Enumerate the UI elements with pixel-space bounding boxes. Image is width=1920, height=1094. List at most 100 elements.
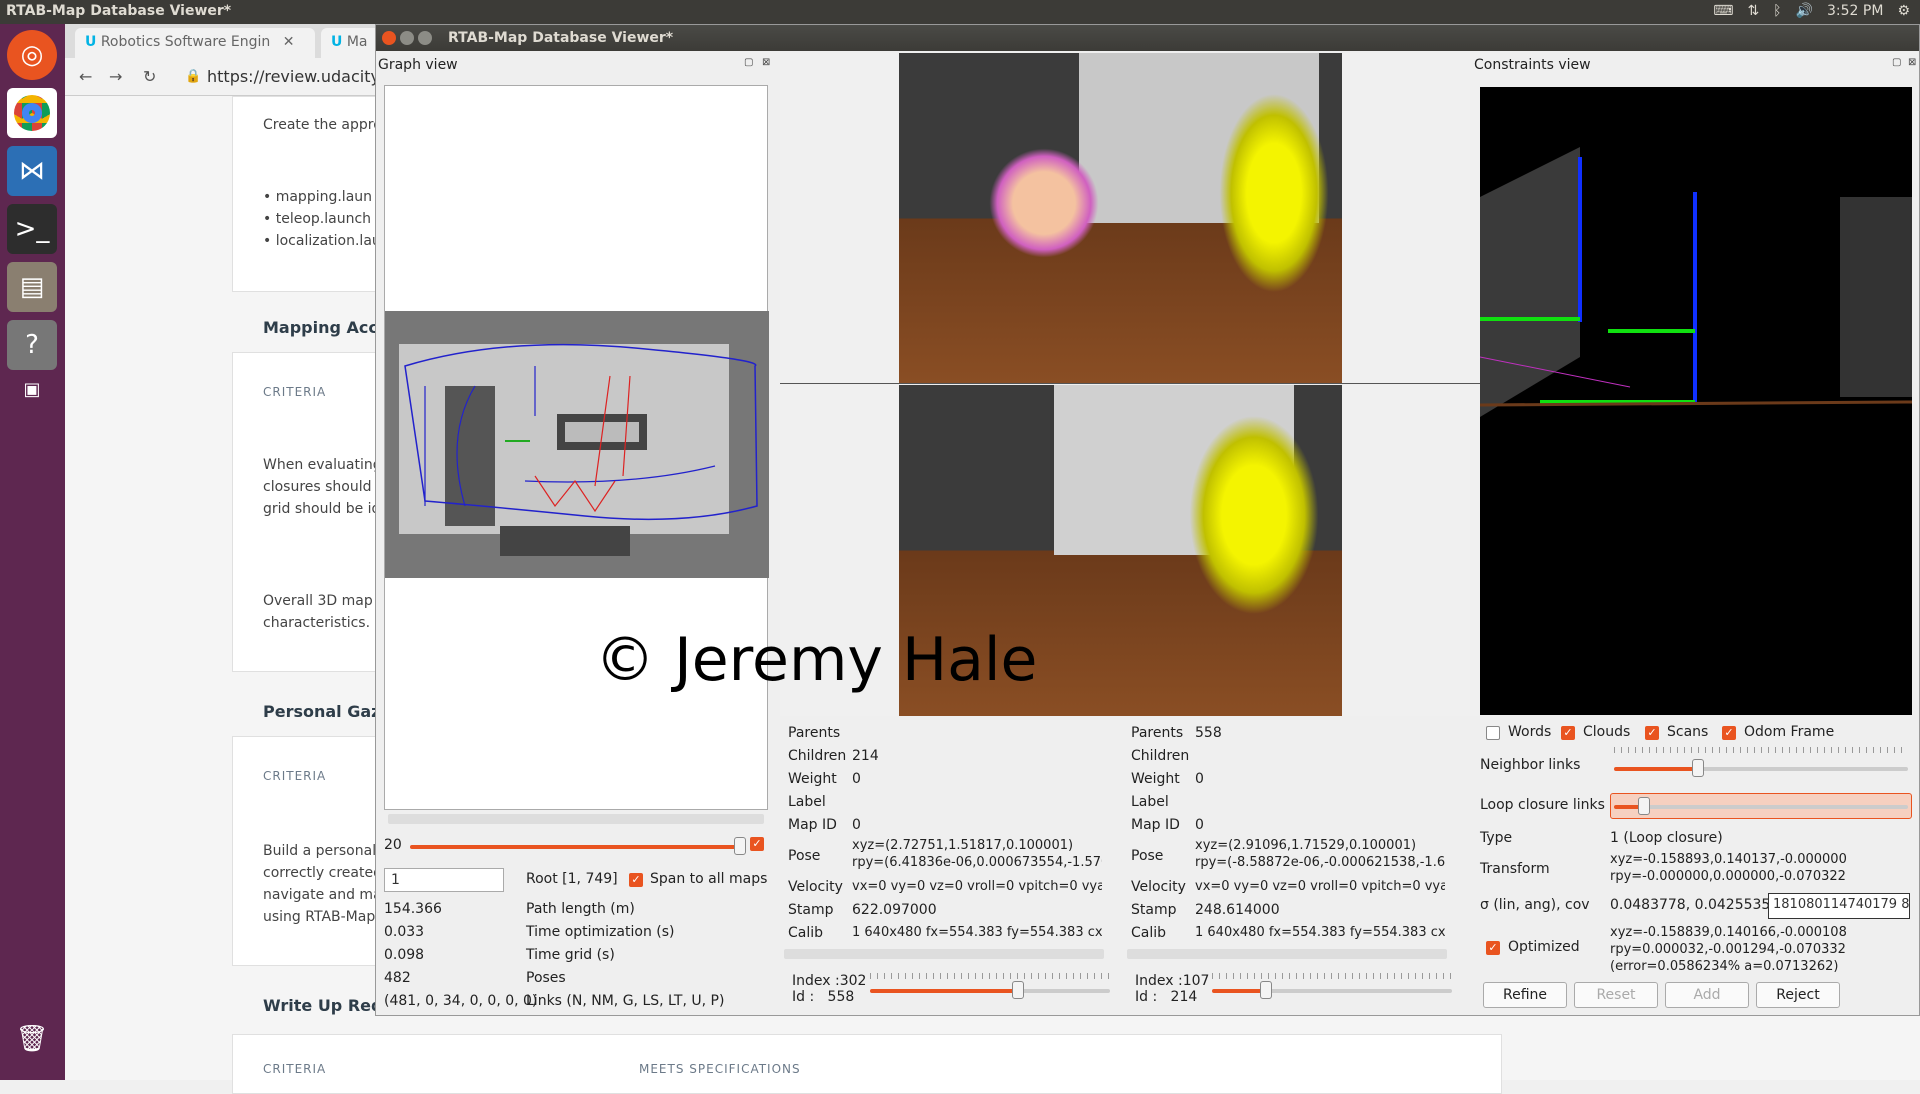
cov-value: 0.0483778, 0.0425535 [1610, 897, 1771, 913]
close-window-icon[interactable] [382, 31, 396, 45]
clouds-checkbox[interactable]: ✓ [1561, 726, 1575, 740]
volume-icon[interactable]: 🔊 [1796, 3, 1813, 19]
stamp-value: 248.614000 [1195, 902, 1280, 918]
graph-slider[interactable] [410, 845, 740, 849]
bluetooth-icon[interactable]: ᛒ [1773, 3, 1781, 19]
keyboard-icon[interactable]: ⌨ [1713, 3, 1733, 19]
close-dock-icon[interactable]: ⊠ [1908, 57, 1916, 68]
left-index-slider[interactable] [870, 989, 1020, 993]
lock-icon: 🔒 [185, 69, 202, 84]
left-index-handle[interactable] [1012, 981, 1024, 999]
page-text: When evaluating [263, 457, 382, 473]
constraints-3d-view[interactable] [1480, 87, 1912, 715]
stat-label: Time grid (s) [526, 947, 615, 963]
constraints-view-title: Constraints view [1474, 57, 1591, 73]
maximize-icon[interactable] [418, 31, 432, 45]
stat-value: 0.033 [384, 924, 425, 940]
mapid-value: 0 [1195, 817, 1204, 833]
neighbor-links-label: Neighbor links [1480, 757, 1581, 773]
float-icon[interactable]: ▢ [1892, 57, 1901, 68]
reset-button[interactable]: Reset [1574, 982, 1658, 1008]
add-button[interactable]: Add [1665, 982, 1749, 1008]
page-text: Create the appro [263, 117, 382, 133]
clock[interactable]: 3:52 PM [1827, 3, 1883, 19]
pose-value: rpy=(-8.58872e-06,-0.000621538,-1.64 [1195, 855, 1445, 870]
stat-label: Time optimization (s) [526, 924, 675, 940]
optimized-checkbox[interactable]: ✓ [1486, 941, 1500, 955]
window-title: RTAB-Map Database Viewer* [448, 30, 674, 46]
close-icon[interactable]: ✕ [283, 34, 295, 50]
stat-value: 154.366 [384, 901, 442, 917]
reject-button[interactable]: Reject [1756, 982, 1840, 1008]
terminal-icon[interactable]: >_ [7, 204, 57, 254]
reload-icon[interactable]: ↻ [143, 67, 156, 86]
calib-label: Calib [788, 925, 824, 941]
pose-value: rpy=(6.41836e-06,0.000673554,-1.570 [852, 855, 1102, 870]
settings-gear-icon[interactable]: ⚙ [1897, 3, 1910, 19]
refine-button[interactable]: Refine [1483, 982, 1567, 1008]
page-text: closures should b [263, 479, 385, 495]
id-label: Id : 214 [1135, 989, 1198, 1005]
neighbor-links-handle[interactable] [1692, 759, 1704, 777]
trash-icon[interactable]: 🗑 [7, 1014, 57, 1064]
criteria-label: CRITERIA [263, 385, 327, 399]
span-checkbox[interactable]: ✓ [629, 873, 643, 887]
root-label: Root [1, 749] [526, 871, 618, 887]
window-titlebar: RTAB-Map Database Viewer* [376, 25, 1919, 51]
loop-links-handle[interactable] [1638, 797, 1650, 815]
stat-value: 0.098 [384, 947, 425, 963]
tab-robotics[interactable]: U Robotics Software Engin ✕ [75, 28, 315, 58]
transform-value: rpy=-0.000000,0.000000,-0.070322 [1610, 869, 1846, 884]
mapid-label: Map ID [788, 817, 837, 833]
pose-value: xyz=(2.72751,1.51817,0.100001) [852, 838, 1074, 853]
left-info-scrollbar[interactable] [784, 949, 1104, 959]
camera-icon[interactable]: ▣ [7, 374, 57, 404]
graph-canvas[interactable] [384, 85, 769, 810]
right-info-scrollbar[interactable] [1127, 949, 1447, 959]
image-view-top[interactable] [780, 53, 1500, 384]
words-label: Words [1508, 724, 1552, 740]
page-text: using RTAB-Map [263, 909, 376, 925]
id-spinbox[interactable]: 1 [384, 868, 504, 892]
type-value: 1 (Loop closure) [1610, 830, 1723, 846]
optimized-value: xyz=-0.158839,0.140166,-0.000108 [1610, 925, 1847, 940]
odom-label: Odom Frame [1744, 724, 1835, 740]
slider-checkbox[interactable]: ✓ [750, 837, 764, 851]
back-icon[interactable]: ← [79, 67, 92, 86]
calib-value: 1 640x480 fx=554.383 fy=554.383 cx= [1195, 925, 1445, 940]
odom-checkbox[interactable]: ✓ [1722, 726, 1736, 740]
scans-checkbox[interactable]: ✓ [1645, 726, 1659, 740]
pose-value: xyz=(2.91096,1.71529,0.100001) [1195, 838, 1417, 853]
velocity-label: Velocity [788, 879, 843, 895]
tab-label: Robotics Software Engin [100, 34, 271, 50]
label-label: Label [1131, 794, 1169, 810]
span-label: Span to all maps [650, 871, 768, 887]
slider-handle[interactable] [734, 837, 746, 855]
graph-scrollbar[interactable] [388, 814, 764, 824]
neighbor-links-slider[interactable] [1614, 767, 1698, 771]
help-icon[interactable]: ? [7, 320, 57, 370]
forward-icon[interactable]: → [109, 67, 122, 86]
index-label: Index :302 [792, 973, 867, 989]
right-index-handle[interactable] [1260, 981, 1272, 999]
words-checkbox[interactable] [1486, 726, 1500, 740]
ubuntu-dash-icon[interactable]: ◎ [7, 30, 57, 80]
stat-value: (481, 0, 34, 0, 0, 0, 0) [384, 993, 538, 1009]
system-tray: ⌨ ⇅ ᛒ 🔊 3:52 PM ⚙ [1713, 3, 1910, 19]
tab-second[interactable]: U Ma [321, 28, 381, 58]
vscode-icon[interactable]: ⋈ [7, 146, 57, 196]
list-item: • localization.lau [263, 233, 381, 249]
minimize-icon[interactable] [400, 31, 414, 45]
cov-input[interactable]: 181080114740179 8] [1768, 893, 1910, 919]
network-icon[interactable]: ⇅ [1747, 3, 1759, 19]
weight-value: 0 [852, 771, 861, 787]
float-icon[interactable]: ▢ [744, 57, 753, 68]
chrome-icon[interactable] [7, 88, 57, 138]
files-icon[interactable]: ▤ [7, 262, 57, 312]
stat-value: 482 [384, 970, 411, 986]
occupancy-map [385, 311, 769, 578]
clouds-label: Clouds [1583, 724, 1631, 740]
criteria-label: CRITERIA [263, 769, 327, 783]
close-dock-icon[interactable]: ⊠ [762, 57, 770, 68]
page-text: Build a personal [263, 843, 377, 859]
